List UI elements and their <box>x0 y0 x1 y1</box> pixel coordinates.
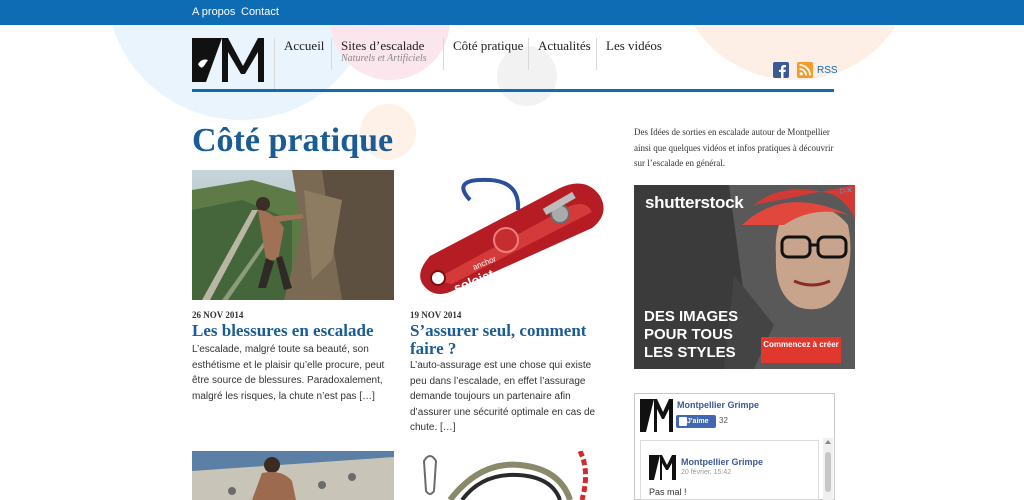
post-thumbnail-belay-device[interactable]: anchor soloist up <box>410 170 612 300</box>
header-divider <box>192 89 834 92</box>
post-thumbnail-climber[interactable] <box>192 170 394 300</box>
nav-item-les-videos[interactable]: Les vidéos <box>606 38 662 54</box>
post-excerpt: L’escalade, malgré toute sa beauté, son … <box>192 344 385 402</box>
rss-icon[interactable] <box>797 62 813 78</box>
ad-brand-name: shutterstock <box>645 193 744 212</box>
facebook-like-thumb-icon <box>679 417 687 426</box>
post-date: 19 NOV 2014 <box>410 310 462 320</box>
post-thumbnail-climbing-wall[interactable] <box>192 451 394 500</box>
facebook-icon[interactable] <box>773 62 789 78</box>
device-label-up: up <box>520 260 539 278</box>
background-bubble-grey <box>497 46 557 106</box>
sidebar-intro-text: Des Idées de sorties en escalade autour … <box>634 127 834 168</box>
facebook-page-name[interactable]: Montpellier Grimpe <box>677 400 759 410</box>
nav-separator <box>331 38 332 70</box>
topbar-link-about[interactable]: A propos <box>192 6 235 18</box>
rss-link[interactable]: RSS <box>817 65 838 76</box>
nav-item-actualites[interactable]: Actualités <box>538 38 591 54</box>
post-title-link[interactable]: Les blessures en escalade <box>192 322 397 340</box>
ad-headline-line: DES IMAGES <box>644 308 739 325</box>
site-logo[interactable] <box>192 38 264 82</box>
facebook-like-count: 32 <box>719 416 728 425</box>
ad-headline-line: LES STYLES <box>644 344 736 361</box>
post-excerpt: L’auto-assurage est une chose qui existe… <box>410 360 596 433</box>
topbar-link-contact[interactable]: Contact <box>241 6 279 18</box>
post-thumbnail-harness[interactable] <box>410 451 612 500</box>
facebook-post-avatar[interactable] <box>649 455 676 480</box>
nav-separator <box>596 38 597 70</box>
facebook-post-time[interactable]: 20 février, 15:42 <box>681 469 731 476</box>
scroll-up-arrow-icon[interactable] <box>825 440 831 444</box>
facebook-feed-scrollbar-thumb[interactable] <box>825 452 831 492</box>
facebook-post-text: Pas mal ! <box>649 487 687 497</box>
facebook-like-label: J'aime <box>687 418 709 425</box>
advertisement-banner[interactable]: ▷✕ shutterstock DES IMAGES POUR TOUS LES… <box>634 185 855 369</box>
page-title: Côté pratique <box>192 122 394 159</box>
nav-item-accueil[interactable]: Accueil <box>284 38 324 54</box>
nav-separator <box>274 38 275 90</box>
nav-separator <box>443 38 444 70</box>
top-bar: A propos Contact <box>0 0 1024 25</box>
facebook-page-avatar[interactable] <box>640 399 673 432</box>
nav-item-sites-escalade[interactable]: Sites d’escalade <box>341 38 424 54</box>
ad-cta-button[interactable]: Commencez à créer <box>761 337 841 363</box>
ad-headline-line: POUR TOUS <box>644 326 733 343</box>
nav-separator <box>528 38 529 70</box>
nav-item-sites-escalade-sublabel: Naturels et Artificiels <box>341 53 427 64</box>
facebook-post-author[interactable]: Montpellier Grimpe <box>681 457 763 467</box>
post-title-link[interactable]: S’assurer seul, comment faire ? <box>410 322 615 358</box>
post-date: 26 NOV 2014 <box>192 310 244 320</box>
nav-item-cote-pratique[interactable]: Côté pratique <box>453 38 523 54</box>
ad-close-icon[interactable]: ▷✕ <box>835 186 853 196</box>
